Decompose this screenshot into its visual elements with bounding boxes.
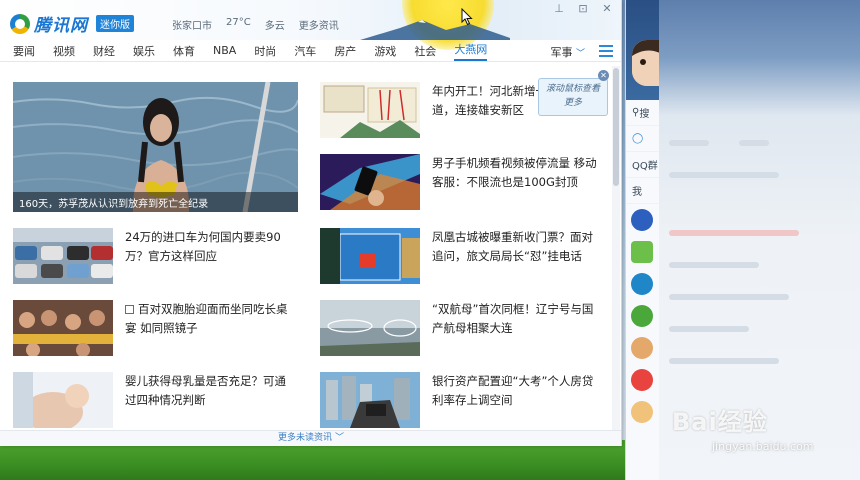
chevron-down-icon: ﹀ — [334, 433, 344, 443]
tooltip-close-icon[interactable]: ✕ — [598, 70, 609, 81]
desktop: 腾讯网 迷你版 张家口市 27°C 多云 更多资讯 ⊥ ⊡ ✕ 要闻 视频 财经… — [0, 0, 860, 480]
scrollbar[interactable] — [612, 66, 620, 430]
tab-auto[interactable]: 汽车 — [294, 43, 316, 59]
news-item[interactable]: 24万的进口车为何国内要卖90万？官方这样回应 — [13, 228, 297, 284]
weather-bar: 张家口市 27°C 多云 更多资讯 — [172, 17, 339, 32]
news-thumbnail — [320, 154, 420, 210]
chat-icon: ◯ — [632, 133, 644, 144]
desktop-wallpaper — [0, 440, 625, 480]
qq-group-tab[interactable]: QQ群 — [626, 152, 659, 178]
paw-icon — [631, 209, 653, 231]
app-icon — [631, 241, 653, 263]
pin-icon[interactable]: ⊥ — [553, 2, 565, 15]
news-item[interactable]: 婴儿获得母乳量是否充足？可通过四种情况判断 — [13, 372, 297, 428]
qq-group-label: QQ群 — [632, 161, 658, 172]
friend-item[interactable] — [626, 332, 659, 364]
qq-search-label: 搜 — [639, 109, 650, 120]
category-nav: 要闻 视频 财经 娱乐 体育 NBA 时尚 汽车 房产 游戏 社会 大燕网 军事… — [0, 40, 621, 62]
tab-house[interactable]: 房产 — [334, 43, 356, 59]
tab-games[interactable]: 游戏 — [374, 43, 396, 59]
weather-condition: 多云 — [264, 21, 285, 32]
scroll-hint-tooltip: 滚动鼠标查看更多 — [538, 78, 608, 116]
news-item[interactable]: “双航母”首次同框！辽宁号与国产航母相聚大连 — [320, 300, 604, 356]
restore-icon[interactable]: ⊡ — [577, 2, 589, 15]
tab-fashion[interactable]: 时尚 — [254, 43, 276, 59]
window-header: 腾讯网 迷你版 张家口市 27°C 多云 更多资讯 ⊥ ⊡ ✕ — [0, 0, 621, 50]
tab-entertainment[interactable]: 娱乐 — [133, 43, 155, 59]
avatar — [631, 337, 653, 359]
weather-city[interactable]: 张家口市 — [172, 17, 212, 32]
friend-item[interactable] — [626, 364, 659, 396]
tab-yaowen[interactable]: 要闻 — [13, 43, 35, 59]
news-title: 婴儿获得母乳量是否充足？可通过四种情况判断 — [125, 374, 286, 407]
tencent-news-window: 腾讯网 迷你版 张家口市 27°C 多云 更多资讯 ⊥ ⊡ ✕ 要闻 视频 财经… — [0, 0, 622, 446]
tab-finance[interactable]: 财经 — [93, 43, 115, 59]
qq-my-label: 我 — [632, 187, 642, 198]
news-title: 24万的进口车为何国内要卖90万？官方这样回应 — [125, 230, 281, 263]
tencent-logo[interactable]: 腾讯网 迷你版 — [10, 11, 134, 36]
menu-icon[interactable] — [599, 42, 613, 58]
baidu-watermark-url: jingyan.baidu.com — [712, 440, 814, 453]
tab-video[interactable]: 视频 — [53, 43, 75, 59]
app-icon — [631, 305, 653, 327]
news-thumbnail — [320, 300, 420, 356]
tab-nba[interactable]: NBA — [213, 44, 236, 57]
friend-item[interactable] — [626, 396, 659, 428]
news-title: 百对双胞胎迎面而坐同吃长桌宴 如同照镜子 — [125, 300, 297, 356]
news-thumbnail — [13, 300, 113, 356]
tab-dayan[interactable]: 大燕网 — [454, 41, 488, 61]
friend-item[interactable] — [626, 300, 659, 332]
news-thumbnail — [320, 228, 420, 284]
hero-news-item[interactable]: 160天，苏孚茂从认识到放弃到死亡全纪录 — [13, 82, 298, 212]
friend-item[interactable] — [626, 204, 659, 236]
news-feed: 160天，苏孚茂从认识到放弃到死亡全纪录 年内开工！河北新增一条大通道，连接雄安… — [0, 66, 621, 430]
close-icon[interactable]: ✕ — [601, 2, 613, 15]
news-thumbnail — [13, 372, 113, 428]
news-item[interactable]: 银行资产配置迎“大考”个人房贷利率存上调空间 — [320, 372, 604, 428]
news-title: 男子手机频看视频被停流量 移动客服：不限流也是100G封顶 — [432, 156, 597, 189]
avatar — [631, 401, 653, 423]
search-icon: ⚲ — [632, 107, 640, 118]
news-item[interactable]: 百对双胞胎迎面而坐同吃长桌宴 如同照镜子 — [13, 300, 297, 356]
news-thumbnail — [320, 372, 420, 428]
friend-item[interactable] — [626, 236, 659, 268]
tencent-logo-icon — [10, 13, 30, 34]
more-unread-label: 更多未读资讯 — [278, 433, 333, 443]
mouse-cursor-icon — [461, 8, 473, 26]
weather-temp: 27°C — [226, 17, 251, 28]
hero-caption: 160天，苏孚茂从认识到放弃到死亡全纪录 — [13, 192, 298, 212]
more-unread-button[interactable]: 更多未读资讯 ﹀ — [0, 430, 621, 446]
tab-military-dropdown[interactable]: 军事 ﹀ — [550, 44, 585, 60]
qq-panel: ⚲ 搜 ◯ QQ群 我 — [625, 0, 659, 480]
news-title: 凤凰古城被曝重新收门票？面对追问，旅文局局长“怼”挂电话 — [432, 230, 593, 263]
scrollbar-thumb[interactable] — [613, 68, 619, 186]
tab-sports[interactable]: 体育 — [173, 43, 195, 59]
video-tag-icon — [125, 305, 134, 314]
tab-military-label: 军事 — [550, 46, 573, 59]
qq-my-friends[interactable]: 我 — [626, 178, 659, 204]
window-controls: ⊥ ⊡ ✕ — [553, 2, 613, 15]
baidu-watermark: Bai经验 — [672, 408, 768, 436]
news-item[interactable]: 男子手机频看视频被停流量 移动客服：不限流也是100G封顶 — [320, 154, 604, 210]
qq-search[interactable]: ⚲ 搜 — [626, 100, 659, 126]
mountain-graphic — [360, 20, 510, 40]
heart-icon — [631, 369, 653, 391]
news-thumbnail — [320, 82, 420, 138]
news-title: “双航母”首次同框！辽宁号与国产航母相聚大连 — [432, 302, 594, 335]
friend-item[interactable] — [626, 268, 659, 300]
logo-text: 腾讯网 — [34, 16, 88, 36]
avatar[interactable] — [632, 40, 659, 86]
mini-version-badge: 迷你版 — [96, 15, 134, 32]
qq-header — [626, 0, 659, 100]
news-thumbnail — [13, 228, 113, 284]
more-news-link[interactable]: 更多资讯 — [299, 17, 339, 32]
news-title-text: 百对双胞胎迎面而坐同吃长桌宴 如同照镜子 — [125, 302, 288, 335]
photoshop-icon — [631, 273, 653, 295]
tab-society[interactable]: 社会 — [414, 43, 436, 59]
news-title: 银行资产配置迎“大考”个人房贷利率存上调空间 — [432, 374, 594, 407]
news-item[interactable]: 凤凰古城被曝重新收门票？面对追问，旅文局局长“怼”挂电话 — [320, 228, 604, 284]
qq-message-tab[interactable]: ◯ — [626, 126, 659, 152]
chevron-down-icon: ﹀ — [575, 49, 585, 59]
